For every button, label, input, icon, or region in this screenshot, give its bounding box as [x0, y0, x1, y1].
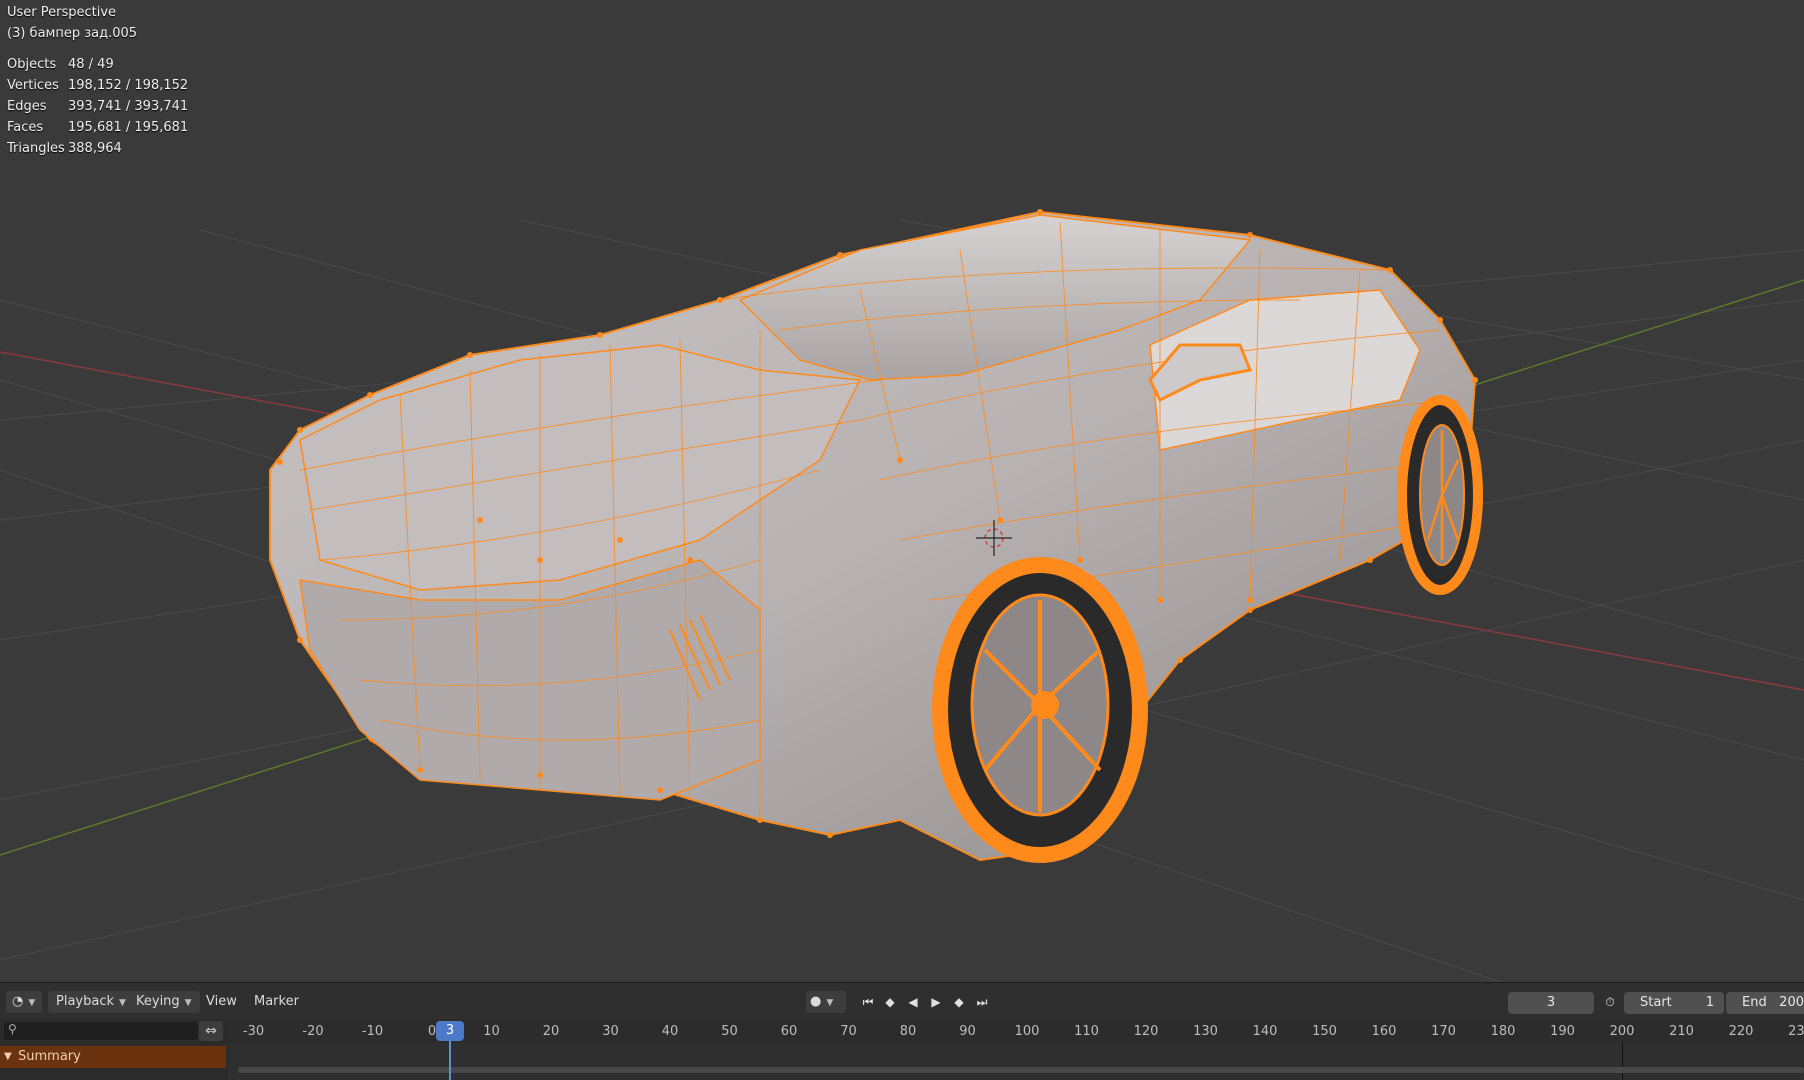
stat-label: Triangles — [7, 141, 65, 156]
playback-menu[interactable]: Playback ▼ — [48, 991, 134, 1013]
search-input[interactable]: ⚲ — [4, 1022, 198, 1040]
ruler-tick-label: 210 — [1669, 1024, 1694, 1039]
summary-label: Summary — [18, 1049, 81, 1064]
stat-label: Objects — [7, 57, 57, 72]
editor-type-button[interactable]: ◔ ▼ — [6, 991, 42, 1013]
stat-value: 393,741 / 393,741 — [68, 99, 189, 114]
playhead-frame-label[interactable]: 3 — [436, 1021, 464, 1041]
playback-menu-label: Playback — [56, 994, 115, 1009]
start-label: Start — [1640, 995, 1672, 1010]
ruler-tick-label: -30 — [242, 1024, 265, 1039]
chevron-down-icon: ▼ — [826, 998, 834, 1008]
current-frame-field[interactable]: 3 — [1508, 992, 1594, 1014]
view-menu[interactable]: View — [198, 991, 245, 1013]
ruler-tick-label: 120 — [1133, 1024, 1159, 1039]
stopwatch-icon[interactable]: ⏱ — [1600, 992, 1620, 1012]
ruler-tick-label: 70 — [840, 1024, 857, 1039]
editor-type-icon: ◔ — [12, 994, 24, 1009]
keyframe-track[interactable] — [228, 1043, 1804, 1080]
ruler-tick-label: 10 — [483, 1024, 500, 1039]
frame-ruler[interactable]: -30 -20 -10 0 10 20 30 40 50 60 70 80 90 100 110 120 130… — [228, 1019, 1804, 1043]
ruler-tick-label: 0 — [427, 1024, 437, 1039]
ruler-tick-label: 110 — [1074, 1024, 1099, 1039]
ruler-tick-label: 140 — [1252, 1024, 1278, 1039]
timeline-header: ◔ ▼ Playback ▼ Keying ▼ View Marker ● ▼ ⏮ ◆ … — [0, 983, 1804, 1019]
ruler-tick-label: 60 — [780, 1024, 798, 1039]
play-reverse-icon[interactable]: ◀ — [903, 992, 923, 1012]
record-icon: ● — [810, 994, 822, 1009]
horizontal-scrollbar[interactable] — [238, 1067, 1804, 1073]
next-keyframe-icon[interactable]: ◆ — [949, 992, 969, 1012]
front-wheel — [932, 557, 1148, 863]
stat-label: Faces — [7, 120, 44, 135]
ruler-tick-label: 100 — [1014, 1024, 1040, 1039]
perspective-label: User Perspective — [7, 5, 117, 20]
ruler-tick-label: -10 — [361, 1024, 384, 1039]
stat-value: 48 / 49 — [68, 57, 114, 72]
stat-value: 195,681 / 195,681 — [68, 120, 189, 135]
ruler-tick-label: 40 — [661, 1024, 679, 1039]
swap-icon[interactable]: ⇔ — [199, 1021, 223, 1041]
summary-channel[interactable]: ▼ Summary — [0, 1046, 226, 1068]
stat-row-triangles: Triangles 388,964 — [7, 138, 188, 159]
ruler-tick-label: 160 — [1371, 1024, 1397, 1039]
ruler-tick-label: 20 — [542, 1024, 560, 1039]
ruler-tick-label: 30 — [602, 1024, 619, 1039]
ruler-tick-label: 130 — [1193, 1024, 1218, 1039]
start-frame-field[interactable]: Start 1 — [1624, 992, 1724, 1014]
channel-region: ⚲ ⇔ ▼ Summary — [0, 1019, 228, 1080]
search-icon: ⚲ — [8, 1022, 17, 1036]
jump-start-icon[interactable]: ⏮ — [858, 992, 878, 1012]
ruler-tick-label: -20 — [302, 1024, 324, 1039]
viewport-header-text: User Perspective (3) бампер зад.005 — [7, 2, 137, 44]
stat-row-vertices: Vertices 198,152 / 198,152 — [7, 75, 188, 96]
ruler-tick-label: 150 — [1312, 1024, 1337, 1039]
stat-label: Vertices — [7, 78, 59, 93]
ruler-tick-label: 230 — [1788, 1024, 1804, 1039]
stat-value: 198,152 / 198,152 — [68, 78, 189, 93]
scene-canvas[interactable] — [0, 0, 1804, 982]
ruler-tick-label: 90 — [959, 1024, 976, 1039]
stat-value: 388,964 — [68, 141, 122, 156]
stat-label: Edges — [7, 99, 47, 114]
ruler-tick-label: 50 — [721, 1024, 738, 1039]
ruler-tick-label: 80 — [899, 1024, 917, 1039]
chevron-down-icon: ▼ — [28, 998, 36, 1008]
keying-menu-label: Keying — [136, 994, 180, 1009]
ruler-tick-label: 190 — [1550, 1024, 1575, 1039]
active-object-label: (3) бампер зад.005 — [7, 26, 138, 41]
timeline-editor[interactable]: ◔ ▼ Playback ▼ Keying ▼ View Marker ● ▼ ⏮ ◆ … — [0, 982, 1804, 1080]
end-value: 200 — [1779, 995, 1804, 1010]
end-frame-field[interactable]: End 200 — [1726, 992, 1804, 1014]
stat-row-objects: Objects 48 / 49 — [7, 54, 188, 75]
car-model[interactable] — [269, 209, 1483, 863]
rear-wheel — [1397, 395, 1483, 595]
ruler-tick-label: 170 — [1431, 1024, 1456, 1039]
marker-menu[interactable]: Marker — [246, 991, 307, 1013]
ruler-tick-label: 180 — [1490, 1024, 1516, 1039]
end-label: End — [1742, 995, 1767, 1010]
3d-viewport[interactable]: User Perspective (3) бампер зад.005 Obje… — [0, 0, 1804, 982]
end-frame-line — [1622, 1043, 1623, 1080]
stat-row-faces: Faces 195,681 / 195,681 — [7, 117, 188, 138]
play-icon[interactable]: ▶ — [926, 992, 946, 1012]
auto-keying-toggle[interactable]: ● ▼ — [806, 991, 846, 1013]
jump-end-icon[interactable]: ⏭ — [972, 992, 992, 1012]
collapse-triangle-icon[interactable]: ▼ — [4, 1046, 12, 1068]
chevron-down-icon: ▼ — [119, 998, 126, 1008]
keying-menu[interactable]: Keying ▼ — [128, 991, 200, 1013]
chevron-down-icon: ▼ — [184, 998, 192, 1008]
ruler-tick-label: 200 — [1609, 1024, 1635, 1039]
statistics-overlay: Objects 48 / 49 Vertices 198,152 / 198,152… — [7, 54, 188, 159]
ruler-tick-label: 220 — [1728, 1024, 1754, 1039]
stat-row-edges: Edges 393,741 / 393,741 — [7, 96, 188, 117]
prev-keyframe-icon[interactable]: ◆ — [880, 992, 900, 1012]
start-value: 1 — [1705, 995, 1714, 1010]
